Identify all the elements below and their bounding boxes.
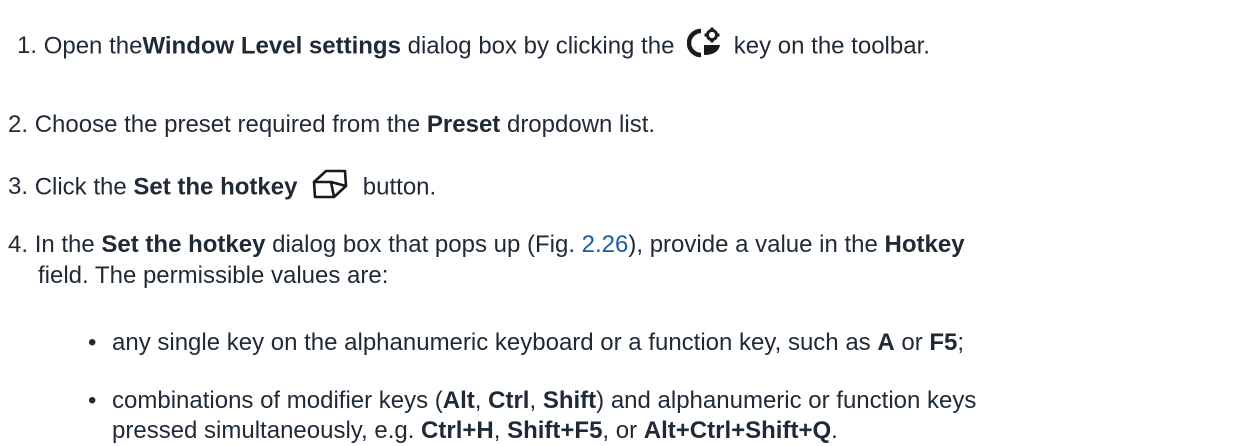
step-number: 2. bbox=[8, 111, 29, 138]
bullet-marker: • bbox=[88, 387, 97, 414]
step-4: 4. In the Set the hotkey dialog box that… bbox=[8, 230, 965, 260]
step-text: dropdown list. bbox=[500, 111, 656, 138]
step-bold: Window Level settings bbox=[142, 32, 401, 60]
bullet-marker: • bbox=[88, 329, 97, 356]
step-text: dialog box that pops up (Fig. bbox=[265, 231, 582, 258]
bullet-text: any single key on the alphanumeric keybo… bbox=[112, 329, 878, 356]
bullet-text: combinations of modifier keys ( bbox=[112, 387, 443, 414]
bullet-text: , bbox=[474, 387, 489, 414]
bullet-item: • combinations of modifier keys (Alt, Ctr… bbox=[88, 386, 976, 416]
window-level-settings-icon bbox=[686, 27, 725, 67]
key-name: A bbox=[877, 329, 895, 356]
step-text: key on the toolbar. bbox=[733, 32, 930, 60]
figure-link[interactable]: 2.26 bbox=[582, 231, 629, 258]
key-name: Shift bbox=[542, 387, 597, 414]
instruction-page: 1. Open theWindow Level settings dialog … bbox=[0, 0, 1260, 444]
step-3: 3. Click the Set the hotkey button. bbox=[8, 168, 436, 208]
step-1: 1. Open theWindow Level settings dialog … bbox=[17, 27, 930, 67]
step-text: dialog box by clicking the bbox=[400, 32, 682, 60]
hotkey-key-icon bbox=[310, 168, 350, 208]
step-text: Click the bbox=[34, 173, 134, 201]
step-bold: Preset bbox=[426, 111, 501, 138]
bullet-continuation: pressed simultaneously, e.g. Ctrl+H, Shi… bbox=[112, 416, 838, 446]
bullet-text: ; bbox=[957, 329, 965, 356]
step-number: 4. bbox=[8, 231, 29, 258]
step-text: Choose the preset required from the bbox=[34, 111, 427, 138]
bullet-text: ) and alphanumeric or function keys bbox=[596, 387, 977, 414]
step-text: field. The permissible values are: bbox=[38, 262, 389, 289]
step-number: 3. bbox=[8, 173, 29, 201]
step-bold: Set the hotkey bbox=[133, 173, 298, 201]
step-2: 2. Choose the preset required from the P… bbox=[8, 110, 655, 140]
bullet-item: • any single key on the alphanumeric keyb… bbox=[88, 328, 964, 358]
key-name: Ctrl bbox=[488, 387, 530, 414]
bullet-text: or bbox=[894, 329, 930, 356]
step-text: ), provide a value in the bbox=[628, 231, 885, 258]
step-text: button. bbox=[362, 173, 437, 201]
step-text: Open the bbox=[43, 32, 143, 60]
step-bold: Set the hotkey bbox=[101, 231, 266, 258]
step-4-continuation: field. The permissible values are: bbox=[38, 261, 388, 291]
key-name: Alt bbox=[442, 387, 475, 414]
step-bold: Hotkey bbox=[884, 231, 965, 258]
step-number: 1. bbox=[17, 32, 38, 60]
bullet-text: , bbox=[529, 387, 543, 414]
step-text: In the bbox=[34, 231, 102, 258]
key-name: F5 bbox=[929, 329, 958, 356]
